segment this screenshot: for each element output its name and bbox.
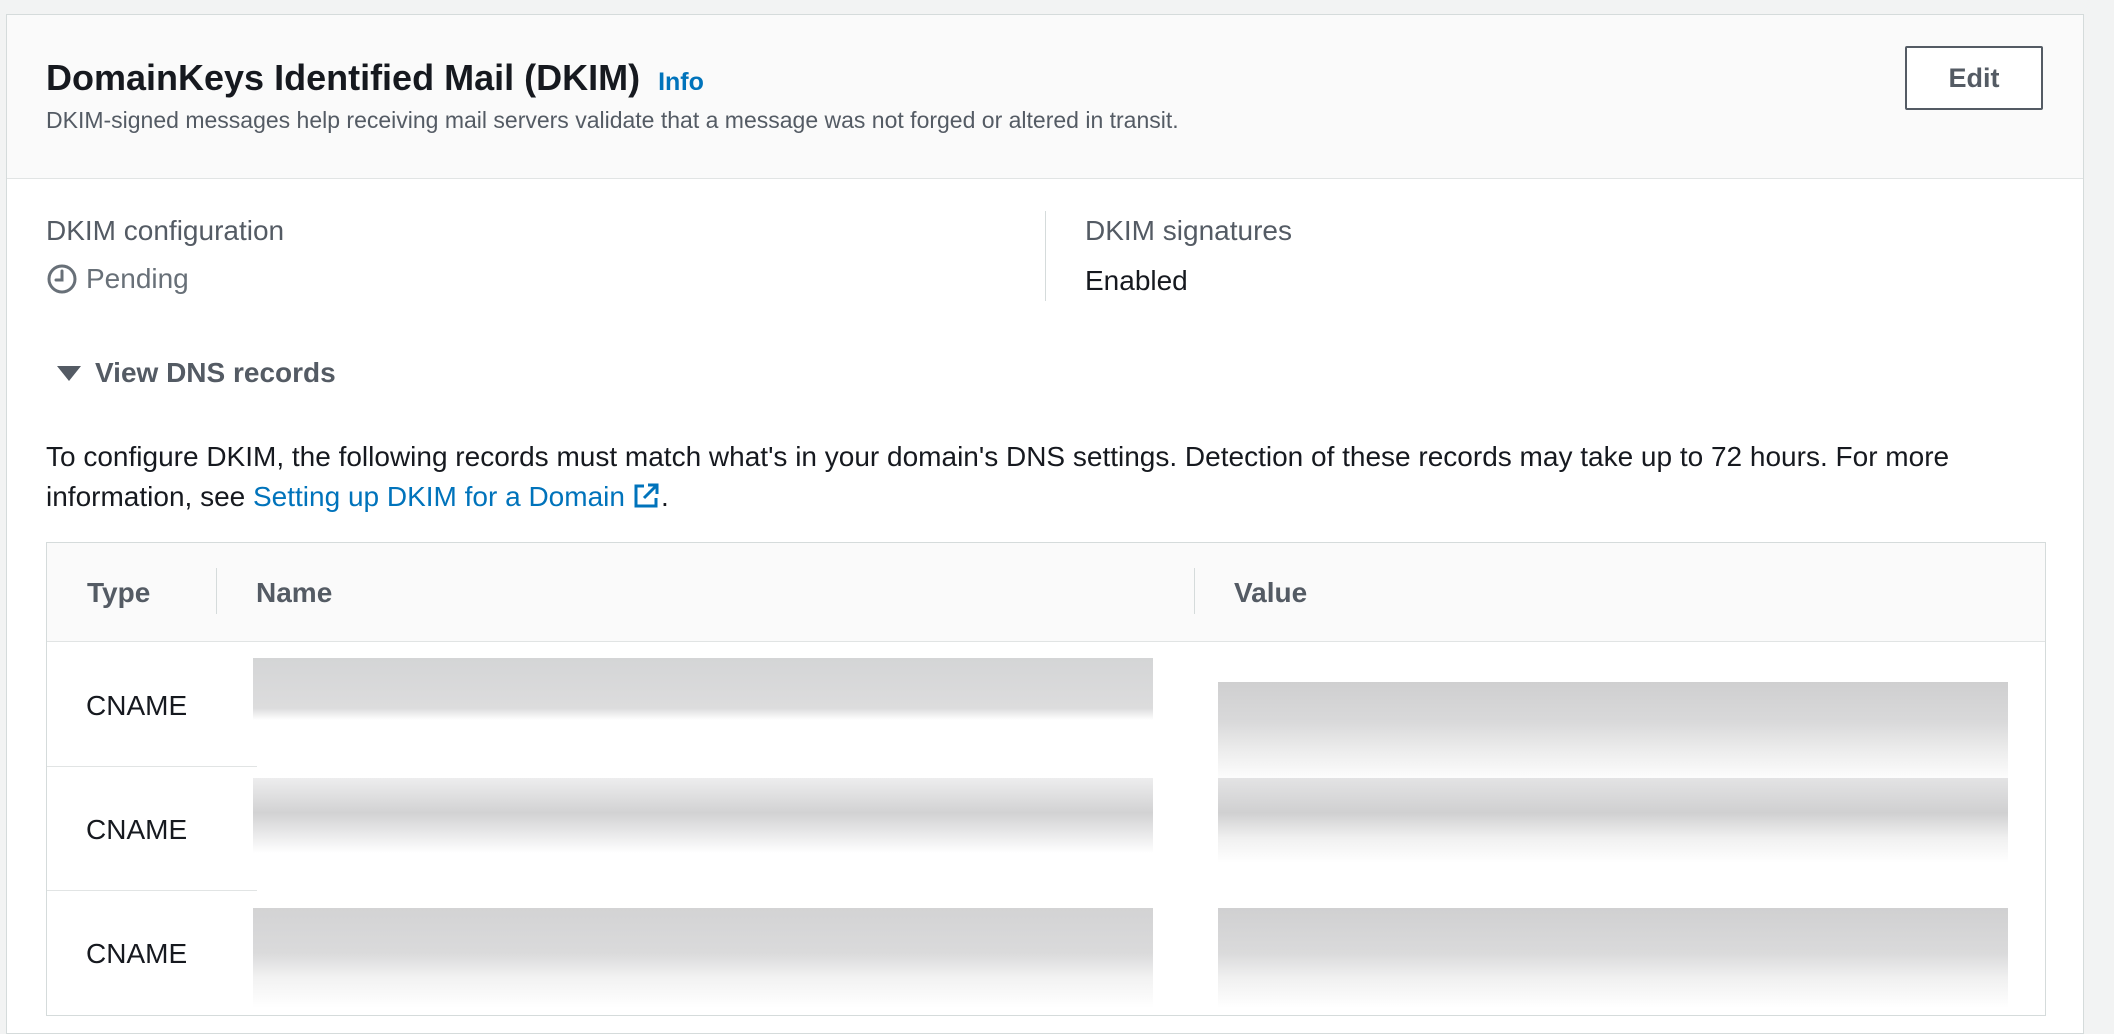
dkim-signatures-label: DKIM signatures (1085, 215, 1292, 246)
column-header-value[interactable]: Value (1234, 577, 1307, 609)
redacted-name (253, 908, 1153, 1008)
dns-records-table: Type Name Value CNAME CNAME CNAME (46, 542, 2046, 1016)
cell-type: CNAME (86, 938, 188, 969)
redacted-value (1218, 778, 2008, 878)
title-row: DomainKeys Identified Mail (DKIM) Info (46, 57, 704, 99)
edit-button[interactable]: Edit (1905, 46, 2043, 110)
column-header-type[interactable]: Type (87, 577, 150, 609)
cell-type: CNAME (86, 814, 188, 845)
description-suffix: . (660, 481, 669, 512)
table-row: CNAME (47, 766, 2045, 890)
caret-down-icon (57, 365, 81, 381)
dkim-panel: DomainKeys Identified Mail (DKIM) Info D… (6, 14, 2084, 1034)
status-text: Pending (86, 263, 189, 294)
panel-subtitle: DKIM-signed messages help receiving mail… (46, 107, 1179, 133)
expander-label: View DNS records (95, 357, 336, 388)
panel-header: DomainKeys Identified Mail (DKIM) Info D… (7, 15, 2083, 179)
dkim-configuration-label: DKIM configuration (46, 215, 285, 246)
panel-title: DomainKeys Identified Mail (DKIM) (46, 57, 641, 98)
redacted-name (253, 778, 1153, 878)
table-row: CNAME (47, 642, 2045, 782)
dns-description: To configure DKIM, the following records… (46, 437, 2046, 517)
external-link-icon (631, 481, 661, 511)
view-dns-records-expander[interactable]: View DNS records (57, 357, 336, 389)
column-separator[interactable] (1194, 568, 1195, 614)
column-separator[interactable] (216, 568, 217, 614)
setup-dkim-link[interactable]: Setting up DKIM for a Domain (253, 481, 661, 512)
table-header: Type Name Value (47, 543, 2045, 642)
setup-dkim-link-text: Setting up DKIM for a Domain (253, 481, 625, 512)
clock-icon (46, 263, 78, 295)
table-row: CNAME (47, 890, 2045, 1014)
column-header-name[interactable]: Name (256, 577, 332, 609)
info-link[interactable]: Info (658, 68, 704, 97)
redacted-value (1218, 908, 2008, 1008)
dkim-configuration-value: Pending (46, 263, 189, 295)
column-divider (1045, 211, 1046, 301)
redacted-name (253, 658, 1153, 758)
dkim-signatures-value: Enabled (1085, 265, 1188, 296)
cell-type: CNAME (86, 690, 188, 721)
